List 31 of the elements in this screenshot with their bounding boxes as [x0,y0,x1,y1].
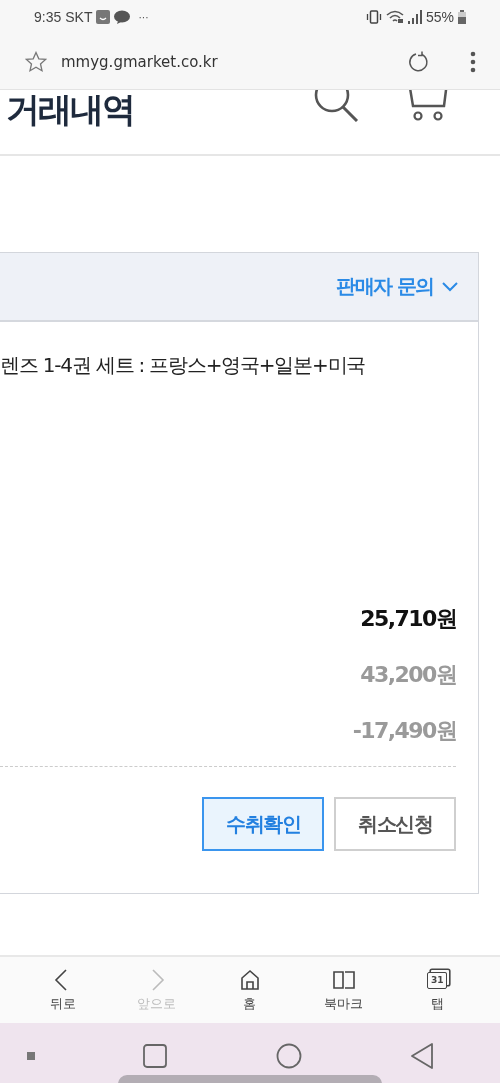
more-notifications: ··· [138,11,149,23]
nav-back-button[interactable]: 뒤로 [32,967,93,1013]
tabs-icon: 31 [427,971,448,989]
clock: 9:35 [34,9,62,25]
home-icon [239,967,261,992]
more-options-icon[interactable] [470,50,476,73]
product-name: 렌즈 1-4권 세트 : 프랑스+영국+일본+미국 [0,352,367,379]
battery-percent: 55% [425,9,454,25]
recents-icon[interactable] [143,1044,168,1068]
nav-home-button[interactable]: 홈 [220,967,280,1013]
signal-icon [407,10,422,24]
wifi-icon [385,10,404,24]
carrier-name: SKT [65,9,93,25]
vibrate-icon [365,10,382,24]
reload-icon[interactable] [408,50,430,73]
confirm-receipt-button[interactable]: 수취확인 [202,797,324,851]
page-title: 거래내역 [6,90,134,131]
chat-bubble-icon [114,10,131,24]
home-circle-icon[interactable] [275,1043,302,1069]
search-icon[interactable] [312,90,360,122]
price-amount: 25,710원 [360,605,456,633]
smiley-icon [96,10,111,24]
star-icon[interactable] [25,50,47,73]
price-amount: -17,490원 [352,717,456,745]
nav-tabs-button[interactable]: 31 탭 [407,967,468,1013]
back-triangle-icon[interactable] [410,1043,434,1069]
chevron-down-icon [442,281,458,292]
battery-icon [458,10,466,24]
cancel-request-button[interactable]: 취소신청 [334,797,456,851]
price-amount: 43,200원 [360,661,456,689]
nav-bookmarks-button[interactable]: 북마크 [313,967,374,1013]
